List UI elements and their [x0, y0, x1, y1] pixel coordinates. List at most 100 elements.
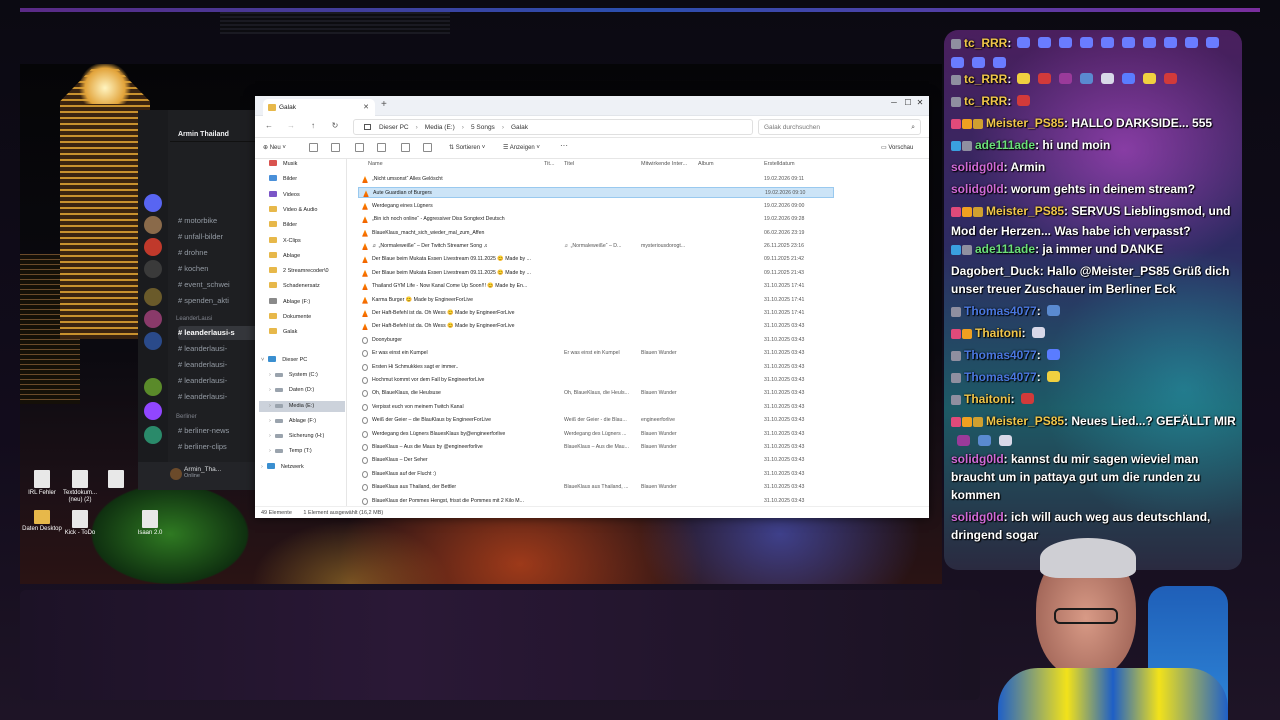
nav-drive[interactable]: › Sicherung (H:) — [269, 431, 346, 442]
table-row[interactable]: Verpisst euch von meinem Twitch Kanal 31.… — [358, 402, 834, 413]
chat-username[interactable]: Thomas4077 — [964, 304, 1037, 318]
nav-item[interactable]: Ablage (F:)✦ — [269, 297, 346, 308]
table-row[interactable]: Thailand GYM Life - Now Kanal Come Up So… — [358, 281, 834, 292]
chat-username[interactable]: Meister_PS85 — [986, 116, 1064, 130]
cut-icon[interactable] — [309, 143, 318, 152]
table-row[interactable]: BlaueKlaus – Der Seher 31.10.2025 03:43 — [358, 455, 834, 466]
discord-channel[interactable]: # unfall-bilder — [178, 230, 258, 244]
chat-username[interactable]: solidg0ld — [951, 182, 1004, 196]
column-header-title-sort[interactable]: Tit... — [544, 161, 555, 167]
table-row[interactable]: BlaueKlaus – Aus die Maus by @engineerfo… — [358, 442, 834, 453]
column-header-artists[interactable]: Mitwirkende Inter... — [641, 161, 687, 167]
table-row[interactable]: ♬ „Normaleweiße“ – Der Twitch Streamer S… — [358, 241, 834, 252]
chat-username[interactable]: Meister_PS85 — [986, 414, 1064, 428]
discord-channel[interactable]: # leanderlausi- — [178, 390, 258, 404]
share-icon[interactable] — [401, 143, 410, 152]
discord-user-panel[interactable]: Armin_Tha... Online — [138, 462, 258, 490]
table-row[interactable]: Der Blaue beim Mukata Essen Livestream 0… — [358, 254, 834, 265]
table-row[interactable]: BlaueKlaus auf der Flucht :) 31.10.2025 0… — [358, 469, 834, 480]
nav-drive[interactable]: › Temp (T:) — [269, 446, 346, 457]
discord-server-icon[interactable] — [144, 288, 162, 306]
nav-item[interactable]: Musik✦ — [269, 159, 346, 170]
up-icon[interactable]: ↑ — [307, 121, 319, 130]
discord-category[interactable]: Berliner — [176, 414, 197, 420]
table-row[interactable]: Werdegang des Lügners BlauesKlaus by@eng… — [358, 429, 834, 440]
discord-channel[interactable]: # berliner-clips — [178, 440, 258, 454]
table-row[interactable]: Hochmut kommt vor dem Fall by Engineerfo… — [358, 375, 834, 386]
table-row[interactable]: Karma Burger 😊 Made by EngineerForLive 31… — [358, 295, 834, 306]
nav-item[interactable]: Bilder✦ — [269, 220, 346, 231]
nav-item[interactable]: Galak — [269, 327, 346, 338]
table-row[interactable]: Oh, BlaueKlaus, die Heulsuse Oh, BlaueKla… — [358, 388, 834, 399]
table-row[interactable]: Der Haft-Befehl ist da. Oh Wess 😊 Made b… — [358, 308, 834, 319]
chat-username[interactable]: solidg0ld — [951, 160, 1004, 174]
discord-server-icon[interactable] — [144, 378, 162, 396]
close-tab-icon[interactable]: ✕ — [363, 99, 369, 116]
minimize-icon[interactable]: ─ — [887, 98, 901, 107]
desktop-icon[interactable]: Kick - ToDo — [58, 510, 102, 537]
table-row[interactable]: Weiß der Geier – die BlauKlaus by Engine… — [358, 415, 834, 426]
chat-username[interactable]: solidg0ld — [951, 452, 1004, 466]
chat-username[interactable]: ade111ade — [975, 138, 1035, 152]
sort-button[interactable]: ⇅ Sortieren ˅ — [449, 144, 485, 151]
discord-channel[interactable]: # spenden_akti — [178, 294, 258, 308]
table-row[interactable]: BlaueKlaus_macht_sich_wieder_mal_zum_Aff… — [358, 228, 834, 239]
discord-server-icon[interactable] — [144, 426, 162, 444]
new-button[interactable]: ⊕ Neu ˅ — [263, 144, 286, 151]
nav-item[interactable]: Dokumente✦ — [269, 312, 346, 323]
discord-channel[interactable]: # leanderlausi-s — [178, 326, 258, 340]
table-row[interactable]: Er was einst ein Kumpel Er was einst ein … — [358, 348, 834, 359]
table-row[interactable]: Ersten Hi Schmukkies sagt er immer.. 31.… — [358, 362, 834, 373]
refresh-icon[interactable]: ↻ — [329, 121, 341, 130]
discord-channel[interactable]: # leanderlausi- — [178, 374, 258, 388]
chat-username[interactable]: ade111ade — [975, 242, 1035, 256]
delete-icon[interactable] — [423, 143, 432, 152]
nav-item[interactable]: Ablage✦ — [269, 251, 346, 262]
breadcrumb-item[interactable]: Media (E:) — [425, 124, 455, 131]
chat-username[interactable]: Meister_PS85 — [986, 204, 1064, 218]
search-input[interactable]: Galak durchsuchen ⌕ — [758, 119, 921, 135]
table-row[interactable]: BlaueKlaus aus Thailand, der Bettler Blau… — [358, 482, 834, 493]
chat-username[interactable]: tc_RRR — [964, 36, 1007, 50]
paste-icon[interactable] — [355, 143, 364, 152]
nav-network[interactable]: › Netzwerk — [261, 462, 346, 473]
desktop-icon[interactable] — [94, 470, 138, 490]
chat-username[interactable]: tc_RRR — [964, 94, 1007, 108]
preview-button[interactable]: ▭ Vorschau — [881, 144, 913, 151]
discord-channel[interactable]: # leanderlausi- — [178, 358, 258, 372]
discord-server-icon[interactable] — [144, 238, 162, 256]
breadcrumb[interactable]: Dieser PC › Media (E:) › 5 Songs › Galak — [353, 119, 753, 135]
discord-server-icon[interactable] — [144, 216, 162, 234]
chat-username[interactable]: Thomas4077 — [964, 370, 1037, 384]
discord-server-name[interactable]: Armin Thailand — [170, 128, 258, 142]
discord-channel[interactable]: # motorbike — [178, 214, 258, 228]
table-row[interactable]: Aute Guardian of Burgers 19.02.2026 09:10 — [358, 187, 834, 199]
nav-item[interactable]: 2 Streamrecoder\0✦ — [269, 266, 346, 277]
discord-channel[interactable]: # event_schwei — [178, 278, 258, 292]
back-icon[interactable]: ← — [263, 121, 275, 130]
discord-server-icon[interactable] — [144, 194, 162, 212]
nav-this-pc[interactable]: ˅ Dieser PC — [261, 355, 346, 366]
nav-item[interactable]: Videos✦ — [269, 190, 346, 201]
table-row[interactable]: Werdegang eines Lügners 19.02.2026 09:00 — [358, 201, 834, 212]
chat-username[interactable]: tc_RRR — [964, 72, 1007, 86]
table-row[interactable]: Doonyburger 31.10.2025 03:43 — [358, 335, 834, 346]
breadcrumb-item[interactable]: 5 Songs — [471, 124, 495, 131]
nav-drive[interactable]: › System (C:) — [269, 370, 346, 381]
discord-server-icon[interactable] — [144, 260, 162, 278]
table-row[interactable]: BlaueKlaus der Pommes Hengst, frisst die… — [358, 496, 834, 506]
table-row[interactable]: „Bin ich noch online“ - Aggressiver Diss… — [358, 214, 834, 225]
column-header-album[interactable]: Album — [698, 161, 714, 167]
column-header-name[interactable]: Name — [368, 161, 383, 167]
column-header-title[interactable]: Titel — [564, 161, 574, 167]
view-button[interactable]: ☰ Anzeigen ˅ — [503, 144, 540, 151]
copy-icon[interactable] — [331, 143, 340, 152]
nav-item[interactable]: Schadenersatz✦ — [269, 281, 346, 292]
more-options-button[interactable]: ··· — [560, 141, 568, 150]
chat-username[interactable]: solidg0ld — [951, 510, 1004, 524]
discord-channel[interactable]: # kochen — [178, 262, 258, 276]
nav-drive[interactable]: › Media (E:) — [259, 400, 345, 412]
explorer-tab[interactable]: Galak ✕ — [263, 99, 375, 116]
chat-username[interactable]: Dagobert_Duck — [951, 264, 1040, 278]
nav-item[interactable]: Video & Audio✦ — [269, 205, 346, 216]
